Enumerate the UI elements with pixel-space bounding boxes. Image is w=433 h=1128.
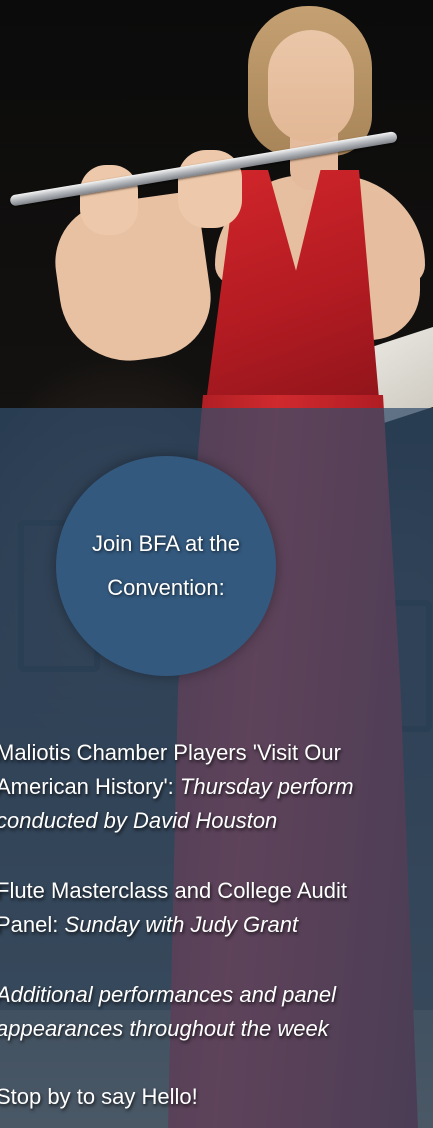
badge-text: Join BFA at the Convention: [86, 522, 246, 610]
greeting-text: Stop by to say Hello! [0, 1084, 198, 1109]
footer-greeting: Stop by to say Hello! [0, 1080, 433, 1114]
event-title-line: Panel: Sunday with Judy Grant [0, 908, 433, 942]
convention-badge: Join BFA at the Convention: [56, 456, 276, 676]
event-title-cont: Panel: [0, 912, 59, 937]
event-detail: conducted by David Houston [0, 808, 278, 833]
badge-line-1: Join BFA at the [92, 531, 240, 556]
event-title: Maliotis Chamber Players 'Visit Our [0, 740, 341, 765]
event-title-line: American History': Thursday perform [0, 770, 433, 804]
event-title: Flute Masterclass and College Audit [0, 878, 347, 903]
event-detail: appearances throughout the week [0, 1016, 329, 1041]
page: Join BFA at the Convention: Maliotis Cha… [0, 0, 433, 1128]
badge-line-2: Convention: [107, 575, 225, 600]
events-list: Maliotis Chamber Players 'Visit Our Amer… [0, 736, 433, 1128]
event-item: Flute Masterclass and College Audit Pane… [0, 874, 433, 942]
event-detail: Thursday perform [179, 774, 354, 799]
event-detail: Additional performances and panel [0, 982, 337, 1007]
event-item: Maliotis Chamber Players 'Visit Our Amer… [0, 736, 433, 838]
face [268, 30, 354, 142]
event-item: Additional performances and panel appear… [0, 978, 433, 1046]
event-title-cont: American History': [0, 774, 174, 799]
event-detail: Sunday with Judy Grant [64, 912, 299, 937]
